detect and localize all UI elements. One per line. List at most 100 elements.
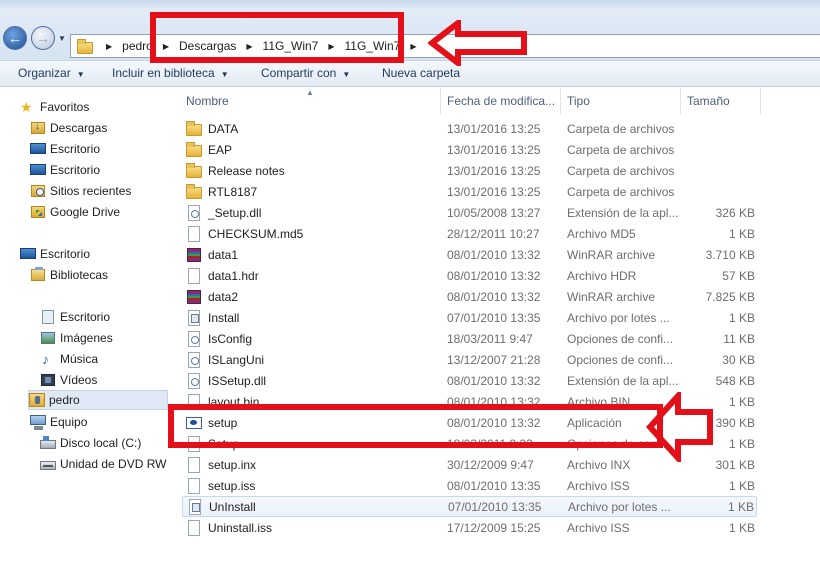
table-row[interactable]: RTL8187 13/01/2016 13:25 Carpeta de archiv… [182, 181, 757, 202]
forward-arrow-icon: → [36, 30, 50, 46]
table-row[interactable]: UnInstall 07/01/2010 13:35 Archivo por lot… [182, 496, 757, 517]
file-icon [186, 477, 202, 494]
column-header-size[interactable]: Tamaño [687, 88, 730, 114]
table-row[interactable]: data1 08/01/2010 13:32 WinRAR archive 3.710… [182, 244, 757, 265]
column-divider[interactable] [680, 88, 681, 114]
column-header-name[interactable]: Nombre [186, 88, 229, 114]
nav-downloads[interactable]: Descargas [30, 118, 107, 138]
nav-recent-places[interactable]: Sitios recientes [30, 181, 131, 201]
nav-dvd-drive[interactable]: Unidad de DVD RW [40, 454, 167, 474]
config-icon [186, 330, 202, 347]
table-row[interactable]: _Setup.dll 10/05/2008 13:27 Extensión de l… [182, 202, 757, 223]
chevron-right-icon[interactable]: ▶ [106, 42, 112, 51]
file-name: Uninstall.iss [208, 520, 273, 535]
file-name: Install [208, 310, 240, 325]
nav-local-disk[interactable]: Disco local (C:) [40, 433, 141, 453]
nav-google-drive[interactable]: Google Drive [30, 202, 120, 222]
file-date: 10/05/2008 13:27 [447, 205, 541, 220]
back-button[interactable]: ← [3, 26, 27, 50]
nav-desktop-favorite[interactable]: Escritorio [30, 139, 100, 159]
nav-library-images[interactable]: Imágenes [40, 328, 113, 348]
file-name-cell: Release notes [186, 162, 285, 179]
file-name: _Setup.dll [208, 205, 262, 220]
file-type: Opciones de confi... [567, 352, 674, 367]
table-row[interactable]: ISSetup.dll 08/01/2010 13:32 Extensión de … [182, 370, 757, 391]
include-library-menu[interactable]: Incluir en biblioteca ▼ [112, 66, 229, 80]
file-name: data1.hdr [208, 268, 259, 283]
file-name-cell: IsConfig [186, 330, 252, 347]
nav-favorites[interactable]: ★ Favoritos [20, 97, 89, 117]
nav-desktop[interactable]: Escritorio [20, 244, 90, 264]
table-row[interactable]: Release notes 13/01/2016 13:25 Carpeta de … [182, 160, 757, 181]
sort-indicator-icon: ▲ [306, 88, 314, 97]
file-name: UnInstall [209, 499, 256, 514]
table-row[interactable]: Uninstall.iss 17/12/2009 15:25 Archivo ISS… [182, 517, 757, 538]
file-icon [186, 519, 202, 536]
nav-libraries[interactable]: Bibliotecas [30, 265, 108, 285]
file-name: RTL8187 [208, 184, 258, 199]
nav-label: Bibliotecas [50, 268, 109, 282]
table-row[interactable]: data1.hdr 08/01/2010 13:32 Archivo HDR 57 K… [182, 265, 757, 286]
recent-pages-dropdown[interactable]: ▼ [58, 34, 66, 43]
file-name-cell: ISSetup.dll [186, 372, 267, 389]
desktop-icon [20, 246, 36, 262]
table-row[interactable]: Install 07/01/2010 13:35 Archivo por lotes… [182, 307, 757, 328]
music-note-icon: ♪ [42, 351, 49, 367]
file-type: Archivo por lotes ... [567, 310, 670, 325]
nav-label: Música [60, 352, 99, 366]
column-divider[interactable] [440, 88, 441, 114]
file-name: CHECKSUM.md5 [208, 226, 304, 241]
table-row[interactable]: setup.iss 08/01/2010 13:35 Archivo ISS 1 KB [182, 475, 757, 496]
nav-user-folder[interactable]: pedro [28, 390, 168, 410]
command-toolbar: Organizar ▼ Incluir en biblioteca ▼ Compar… [0, 60, 820, 87]
chevron-right-icon[interactable]: ▶ [410, 42, 416, 51]
nav-library-desktop[interactable]: Escritorio [40, 307, 110, 327]
file-size: 548 KB [715, 373, 755, 388]
table-row[interactable]: CHECKSUM.md5 28/12/2011 10:27 Archivo MD5 1… [182, 223, 757, 244]
file-date: 08/01/2010 13:32 [447, 247, 541, 262]
column-header-date[interactable]: Fecha de modifica... [447, 88, 555, 114]
nav-label: Equipo [50, 415, 88, 429]
pictures-icon [40, 330, 56, 346]
nav-desktop-favorite-2[interactable]: Escritorio [30, 160, 100, 180]
organize-menu[interactable]: Organizar ▼ [18, 66, 85, 80]
share-menu[interactable]: Compartir con ▼ [261, 66, 350, 80]
file-date: 08/01/2010 13:32 [447, 289, 541, 304]
file-icon [186, 225, 202, 242]
column-header-type[interactable]: Tipo [567, 88, 590, 114]
file-type: Archivo HDR [567, 268, 637, 283]
hard-disk-icon [40, 435, 56, 451]
column-divider[interactable] [560, 88, 561, 114]
annotation-arrow-address [428, 20, 527, 66]
table-row[interactable]: EAP 13/01/2016 13:25 Carpeta de archivos [182, 139, 757, 160]
file-name-cell: UnInstall [187, 498, 256, 515]
file-size: 326 KB [715, 205, 755, 220]
column-divider[interactable] [760, 88, 761, 114]
batch-icon [186, 309, 202, 326]
table-row[interactable]: IsConfig 18/03/2011 9:47 Opciones de confi… [182, 328, 757, 349]
file-list: ▲ Nombre Fecha de modifica... Tipo Tamañ… [168, 88, 820, 562]
breadcrumb-item[interactable]: pedro [121, 39, 154, 53]
star-icon: ★ [20, 99, 33, 115]
recent-places-icon [30, 183, 46, 199]
nav-library-music[interactable]: ♪ Música [40, 349, 98, 369]
file-date: 13/01/2016 13:25 [447, 163, 541, 178]
nav-computer[interactable]: Equipo [30, 412, 87, 432]
file-name: ISSetup.dll [208, 373, 267, 388]
nav-label: Vídeos [60, 373, 98, 387]
table-row[interactable]: data2 08/01/2010 13:32 WinRAR archive 7.825… [182, 286, 757, 307]
table-row[interactable]: DATA 13/01/2016 13:25 Carpeta de archivos [182, 118, 757, 139]
file-type: Archivo ISS [567, 478, 630, 493]
nav-label: Google Drive [50, 205, 121, 219]
forward-button[interactable]: → [31, 26, 55, 50]
table-row[interactable]: ISLangUni 13/12/2007 21:28 Opciones de con… [182, 349, 757, 370]
nav-library-videos[interactable]: Vídeos [40, 370, 97, 390]
file-size: 1 KB [728, 478, 755, 493]
file-size: 57 KB [722, 268, 755, 283]
file-name-cell: data1.hdr [186, 267, 259, 284]
winrar-icon [186, 289, 202, 305]
new-folder-button[interactable]: Nueva carpeta [382, 66, 460, 80]
file-name: DATA [208, 121, 239, 136]
file-type: Archivo MD5 [567, 226, 636, 241]
folder-icon [186, 183, 202, 200]
